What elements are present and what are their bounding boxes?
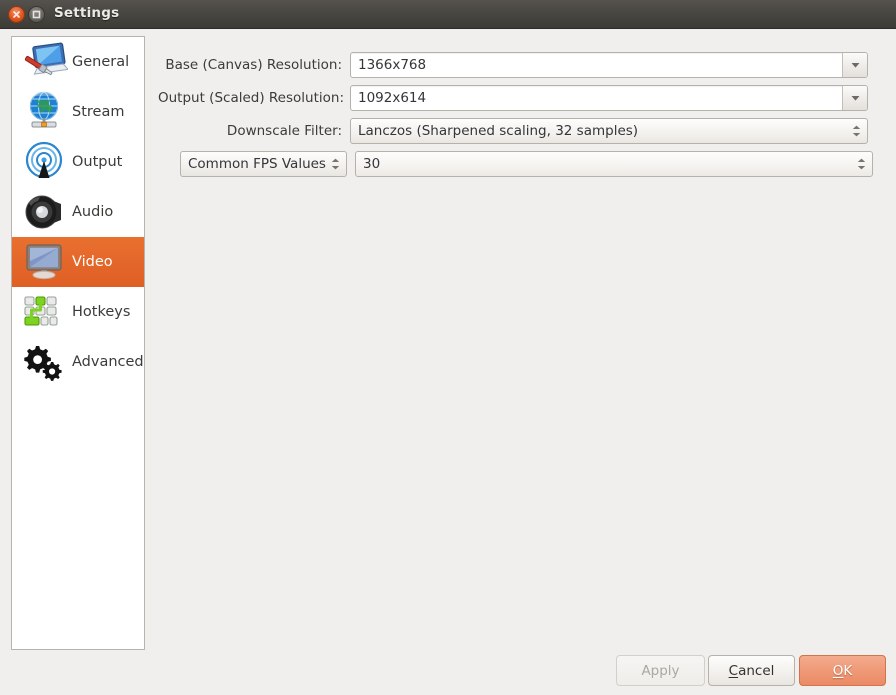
maximize-button[interactable] xyxy=(28,6,45,23)
chevron-down-icon xyxy=(851,62,859,68)
settings-category-list[interactable]: General Stream Output Audio Video Hotkey… xyxy=(11,36,145,650)
settings-window: Settings General Stream Output Audio Vid… xyxy=(0,0,896,695)
sidebar-item-video[interactable]: Video xyxy=(12,237,144,287)
cancel-button[interactable]: Cancel xyxy=(708,655,795,686)
hotkeys-icon xyxy=(16,289,72,335)
close-button[interactable] xyxy=(8,6,25,23)
fps-row: Common FPS Values 30 xyxy=(158,147,878,180)
close-icon xyxy=(13,11,20,18)
sidebar-item-label: Stream xyxy=(72,104,125,120)
cancel-mnemonic: C xyxy=(728,662,739,679)
video-settings-form: Base (Canvas) Resolution: 1366x768 Outpu… xyxy=(158,48,878,180)
output-resolution-combobox[interactable]: 1092x614 xyxy=(350,84,868,111)
output-resolution-dropdown-button[interactable] xyxy=(842,85,867,110)
output-resolution-label: Output (Scaled) Resolution: xyxy=(158,89,344,106)
sidebar-item-label: Advanced xyxy=(72,354,144,370)
fps-value: 30 xyxy=(363,155,381,172)
downscale-filter-value: Lanczos (Sharpened scaling, 32 samples) xyxy=(358,122,639,139)
maximize-icon xyxy=(32,10,41,19)
sidebar-item-label: General xyxy=(72,54,130,70)
base-resolution-value[interactable]: 1366x768 xyxy=(351,57,842,73)
sidebar-item-label: Hotkeys xyxy=(72,304,131,320)
base-resolution-row: Base (Canvas) Resolution: 1366x768 xyxy=(158,48,878,81)
output-resolution-value[interactable]: 1092x614 xyxy=(351,90,842,106)
advanced-icon xyxy=(16,339,72,385)
fps-value-combobox[interactable]: 30 xyxy=(355,150,873,177)
output-resolution-row: Output (Scaled) Resolution: 1092x614 xyxy=(158,81,878,114)
sidebar-item-label: Audio xyxy=(72,204,114,220)
stream-icon xyxy=(16,89,72,135)
sidebar-item-hotkeys[interactable]: Hotkeys xyxy=(12,287,144,337)
apply-button-label: Apply xyxy=(641,662,680,679)
chevron-down-icon xyxy=(851,95,859,101)
chevron-up-icon xyxy=(852,125,860,129)
downscale-filter-combobox[interactable]: Lanczos (Sharpened scaling, 32 samples) xyxy=(350,117,868,144)
audio-icon xyxy=(16,189,72,235)
sidebar-item-audio[interactable]: Audio xyxy=(12,187,144,237)
cancel-button-label: Cancel xyxy=(729,663,775,679)
chevron-up-icon xyxy=(857,158,865,162)
fps-type-combobox[interactable]: Common FPS Values xyxy=(180,150,347,177)
title-bar: Settings xyxy=(0,0,896,29)
fps-type-dropdown-button[interactable] xyxy=(326,152,346,176)
general-icon xyxy=(16,39,72,85)
chevron-up-icon xyxy=(332,158,340,162)
sidebar-item-stream[interactable]: Stream xyxy=(12,87,144,137)
ok-button[interactable]: OK xyxy=(799,655,886,686)
dialog-button-bar: Apply Cancel OK xyxy=(0,655,896,689)
chevron-down-icon xyxy=(332,165,340,169)
ok-mnemonic: O xyxy=(832,662,844,679)
sidebar-item-label: Output xyxy=(72,154,123,170)
base-resolution-combobox[interactable]: 1366x768 xyxy=(350,51,868,78)
chevron-down-icon xyxy=(857,165,865,169)
base-resolution-label: Base (Canvas) Resolution: xyxy=(165,56,342,73)
sidebar-item-label: Video xyxy=(72,254,113,270)
downscale-filter-row: Downscale Filter: Lanczos (Sharpened sca… xyxy=(158,114,878,147)
window-title: Settings xyxy=(54,5,120,21)
chevron-down-icon xyxy=(852,132,860,136)
apply-button[interactable]: Apply xyxy=(616,655,705,686)
downscale-filter-dropdown-button[interactable] xyxy=(845,119,867,143)
ok-button-rest: K xyxy=(843,662,853,679)
sidebar-item-general[interactable]: General xyxy=(12,37,144,87)
fps-type-value: Common FPS Values xyxy=(188,155,326,172)
base-resolution-dropdown-button[interactable] xyxy=(842,52,867,77)
cancel-button-rest: ancel xyxy=(738,662,775,679)
video-icon xyxy=(16,239,72,285)
output-icon xyxy=(16,139,72,185)
downscale-filter-label: Downscale Filter: xyxy=(226,122,342,139)
sidebar-item-advanced[interactable]: Advanced xyxy=(12,337,144,387)
ok-button-label: OK xyxy=(833,663,853,679)
fps-value-dropdown-button[interactable] xyxy=(850,152,872,176)
sidebar-item-output[interactable]: Output xyxy=(12,137,144,187)
